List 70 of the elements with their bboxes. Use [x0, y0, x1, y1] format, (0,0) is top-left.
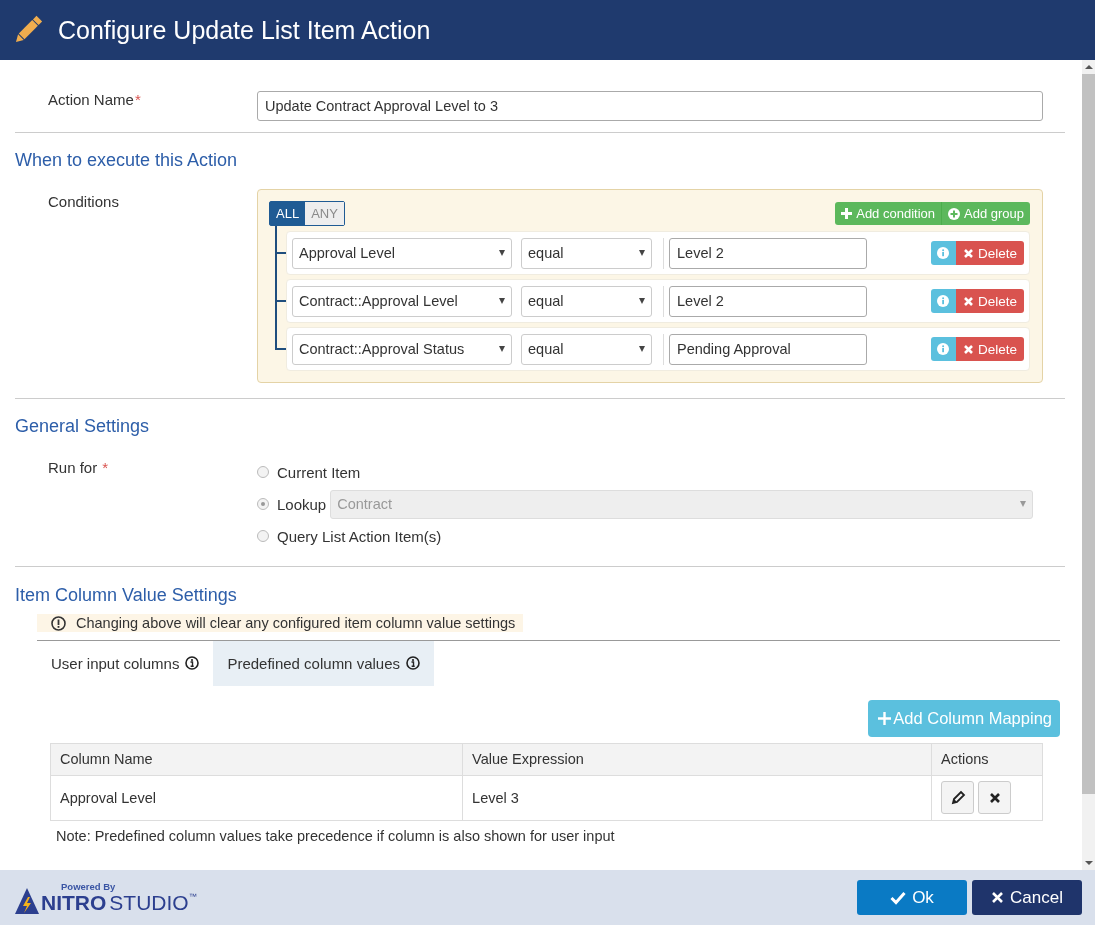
radio-label: Query List Action Item(s): [277, 527, 442, 545]
trademark-mark: ™: [188, 892, 197, 902]
required-mark: *: [102, 459, 109, 476]
delete-button[interactable]: Delete: [955, 337, 1024, 361]
caret-icon: [639, 346, 645, 352]
value-field[interactable]: Level 2: [669, 285, 867, 317]
section-heading: General Settings: [15, 416, 151, 437]
close-icon: [962, 295, 974, 307]
edit-button[interactable]: [941, 781, 974, 814]
caret-icon: [1020, 501, 1027, 507]
section-heading: When to execute this Action: [15, 150, 239, 171]
plus-icon: [841, 208, 853, 219]
exclamation-icon: [51, 615, 66, 631]
info-button[interactable]: [930, 241, 956, 265]
delete-button[interactable]: Delete: [955, 289, 1024, 313]
info-icon: [937, 247, 950, 259]
plus-icon: [878, 711, 892, 725]
column-header: Column Name: [50, 743, 463, 775]
info-icon: [937, 295, 950, 307]
field-label: Conditions: [47, 192, 120, 210]
radio-label: Current Item: [277, 463, 361, 481]
operator-dropdown[interactable]: equal: [521, 285, 652, 317]
required-mark: *: [134, 91, 141, 108]
ok-button[interactable]: Ok: [857, 880, 967, 915]
column-header: Value Expression: [462, 743, 932, 775]
close-icon: [988, 791, 1001, 804]
close-icon: [962, 343, 974, 355]
field-label: Action Name: [48, 91, 134, 108]
checkmark-icon: [890, 890, 907, 905]
tab[interactable]: Predefined column values: [213, 640, 434, 686]
info-icon: [406, 656, 420, 670]
caret-icon: [639, 250, 645, 256]
field-dropdown[interactable]: Approval Level: [292, 237, 512, 269]
operator-dropdown[interactable]: equal: [521, 237, 652, 269]
info-icon: [937, 343, 950, 355]
field-dropdown[interactable]: Contract::Approval Status: [292, 333, 512, 365]
column-header: Actions: [931, 743, 1043, 775]
caret-icon: [499, 250, 505, 256]
close-icon: [962, 247, 974, 259]
info-icon: [185, 656, 200, 670]
close-icon: [991, 891, 1005, 904]
logo-tagline: Powered By: [61, 881, 117, 892]
warning-text: Changing above will clear any configured item column value settings: [76, 615, 516, 631]
field-label: Run for: [48, 459, 98, 476]
radio-label: Lookup: [277, 495, 327, 513]
operator-dropdown[interactable]: equal: [521, 333, 652, 365]
logo-brand: NITRO: [41, 892, 107, 914]
pencil-icon: [949, 789, 966, 806]
section-heading: Item Column Value Settings: [15, 585, 238, 606]
remove-button[interactable]: [978, 781, 1011, 814]
caret-icon: [639, 298, 645, 304]
window-title: Configure Update List Item Action: [58, 15, 431, 45]
caret-icon: [499, 346, 505, 352]
match-toggle[interactable]: ALL: [270, 202, 306, 225]
table-cell: Level 3: [462, 775, 932, 820]
info-button[interactable]: [930, 289, 956, 313]
table-cell: Approval Level: [50, 775, 463, 820]
caret-icon: [499, 298, 505, 304]
scrollbar[interactable]: [1082, 60, 1095, 870]
value-field[interactable]: Level 2: [669, 237, 867, 269]
value-field[interactable]: Pending Approval: [669, 333, 867, 365]
action-name-field[interactable]: Update Contract Approval Level to 3: [257, 91, 1043, 121]
plus-circle-icon: [948, 207, 960, 220]
delete-button[interactable]: Delete: [955, 241, 1024, 265]
cancel-button[interactable]: Cancel: [972, 880, 1082, 915]
info-button[interactable]: [930, 337, 956, 361]
note-text: Note: Predefined column values take precedence if column is also shown for user input: [56, 827, 616, 844]
logo-brand: STUDIO: [109, 892, 189, 914]
field-dropdown[interactable]: Contract::Approval Level: [292, 285, 512, 317]
triangle-bolt-icon: [15, 888, 39, 914]
